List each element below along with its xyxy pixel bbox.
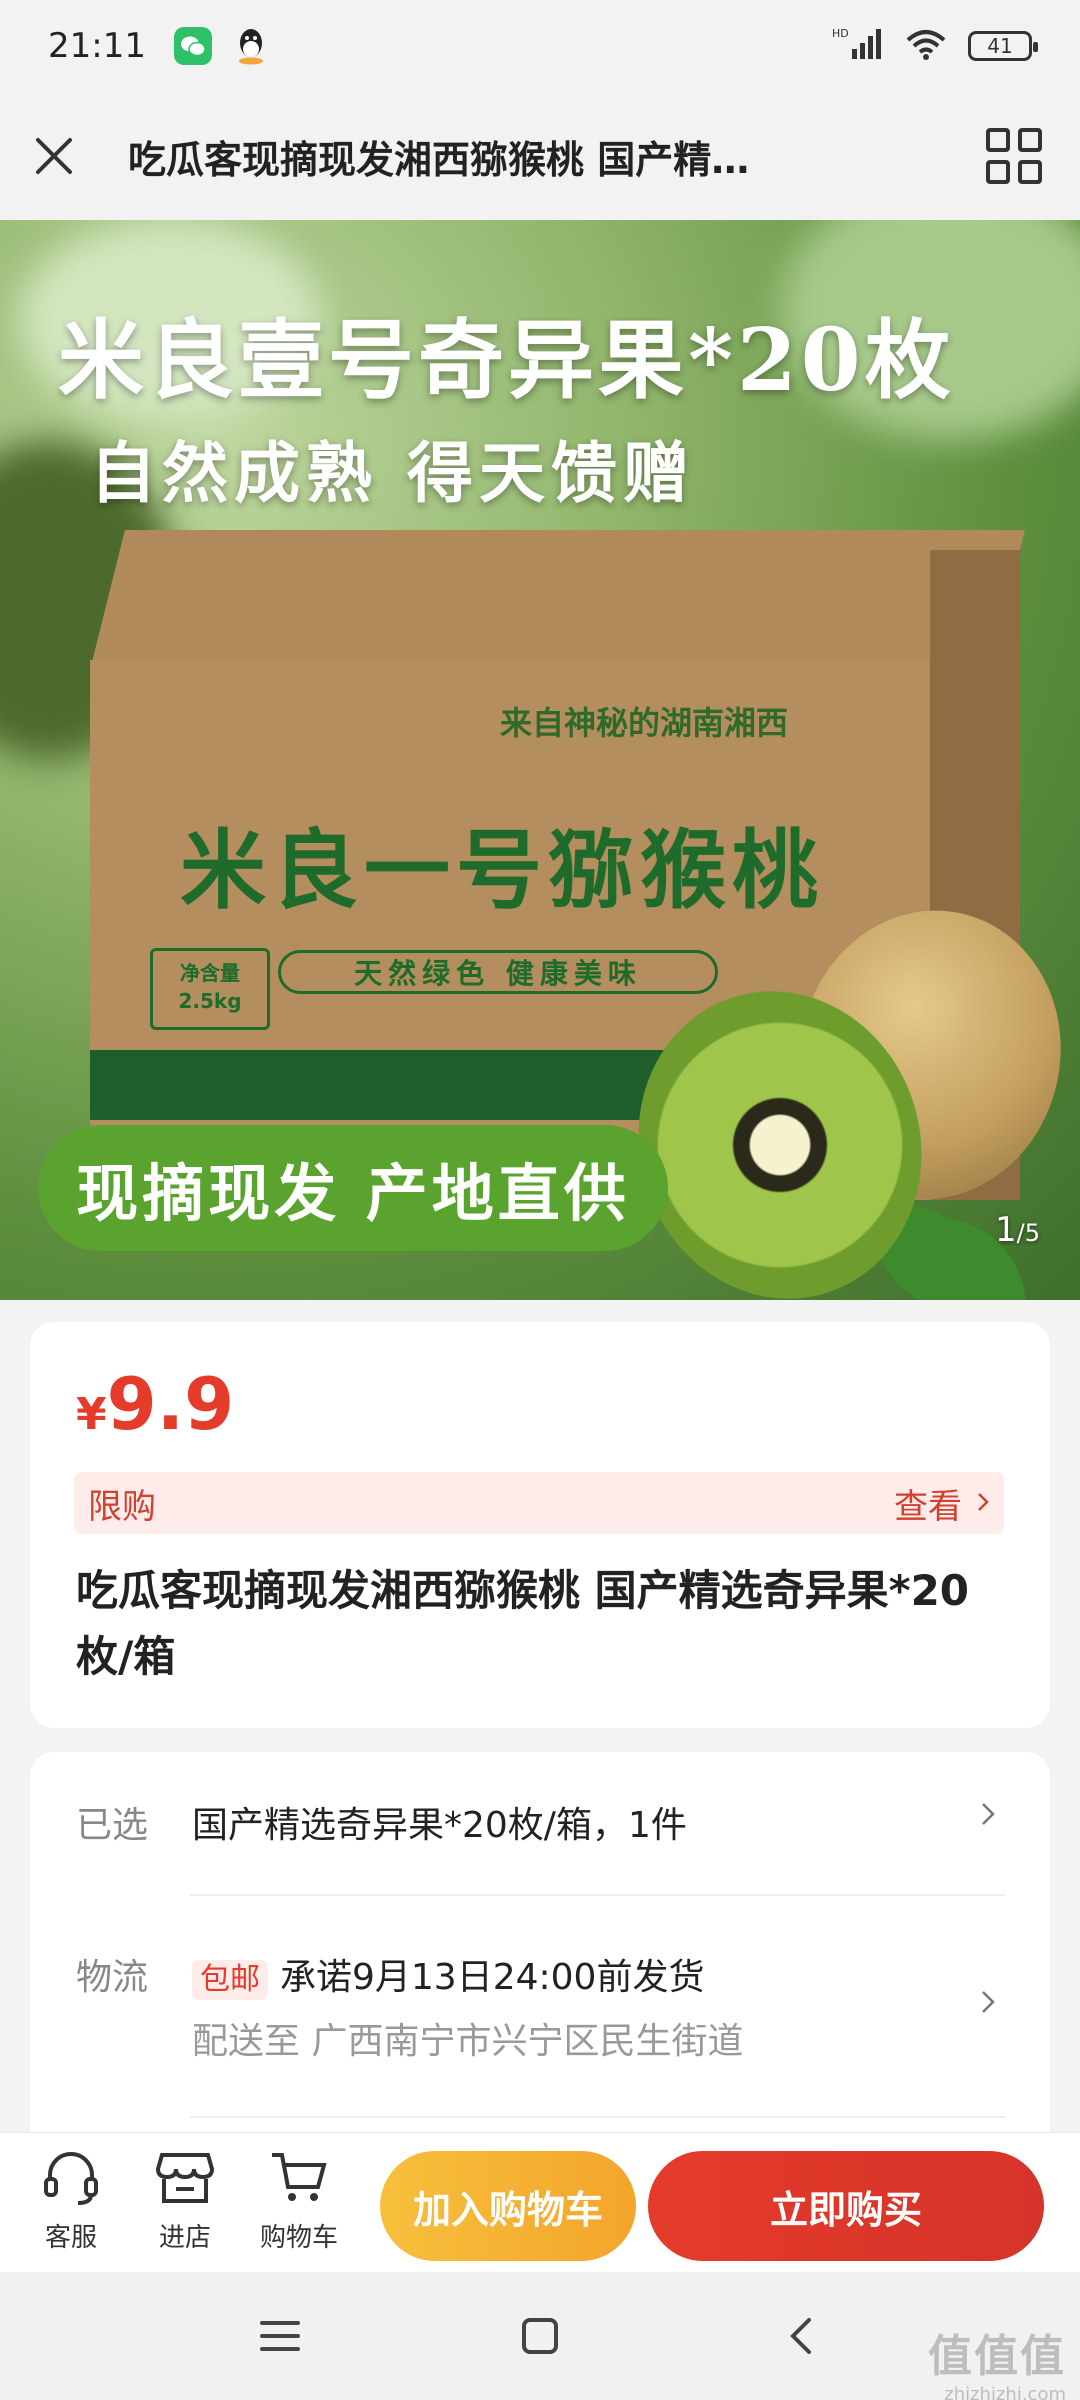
cart-button[interactable]: 购物车 bbox=[242, 2133, 356, 2273]
purchase-limit-bar[interactable]: 限购 查看 bbox=[74, 1472, 1004, 1534]
close-icon[interactable] bbox=[30, 132, 78, 180]
status-bar: 21:11 HD 41 bbox=[0, 0, 1080, 92]
store-icon bbox=[155, 2151, 215, 2209]
system-nav-bar bbox=[0, 2272, 1080, 2400]
price-card: ¥9.9 限购 查看 吃瓜客现摘现发湘西猕猴桃 国产精选奇异果*20枚/箱 bbox=[30, 1322, 1050, 1728]
bottom-action-bar: 客服 进店 购物车 加入购物车 立即购买 bbox=[0, 2132, 1080, 2272]
selected-spec-row[interactable]: 已选 国产精选奇异果*20枚/箱，1件 bbox=[76, 1796, 1036, 1886]
customer-service-label: 客服 bbox=[44, 2223, 97, 2253]
product-title: 吃瓜客现摘现发湘西猕猴桃 国产精选奇异果*20枚/箱 bbox=[76, 1566, 970, 1681]
menu-icon[interactable] bbox=[250, 2306, 310, 2366]
hero-headline: 米良壹号奇异果*20枚 bbox=[58, 310, 955, 411]
buy-now-button[interactable]: 立即购买 bbox=[648, 2151, 1044, 2261]
status-time: 21:11 bbox=[48, 26, 146, 66]
page-header: 吃瓜客现摘现发湘西猕猴桃 国产精… bbox=[0, 92, 1080, 220]
divider bbox=[190, 1894, 1006, 1896]
price: ¥9.9 bbox=[76, 1362, 234, 1446]
back-icon[interactable] bbox=[770, 2306, 830, 2366]
shipping-row[interactable]: 物流 包邮 承诺9月13日24:00前发货 配送至 广西南宁市兴宁区民生街道 bbox=[76, 1948, 1036, 2078]
box-weight-value: 2.5kg bbox=[178, 989, 242, 1013]
qq-icon bbox=[232, 27, 270, 65]
add-to-cart-button[interactable]: 加入购物车 bbox=[380, 2151, 636, 2261]
chevron-right-icon bbox=[976, 1483, 990, 1523]
box-weight-title: 净含量 bbox=[180, 961, 240, 985]
shipping-promise-line: 包邮 承诺9月13日24:00前发货 bbox=[192, 1948, 704, 2000]
battery-icon: 41 bbox=[968, 31, 1038, 61]
free-shipping-badge: 包邮 bbox=[192, 1960, 268, 2000]
box-origin-text: 来自神秘的湖南湘西 bbox=[500, 704, 789, 742]
price-value: 9.9 bbox=[106, 1362, 235, 1446]
selected-value: 国产精选奇异果*20枚/箱，1件 bbox=[192, 1805, 687, 1846]
purchase-limit-view[interactable]: 查看 bbox=[894, 1479, 990, 1528]
headset-icon bbox=[42, 2151, 100, 2209]
delivery-address: 配送至 广西南宁市兴宁区民生街道 bbox=[192, 2021, 744, 2062]
store-label: 进店 bbox=[158, 2223, 211, 2253]
image-counter: 1/5 bbox=[995, 1210, 1040, 1250]
box-weight-label: 净含量 2.5kg bbox=[150, 948, 270, 1030]
watermark-logo: 值值值 bbox=[928, 2331, 1066, 2382]
box-top-panel bbox=[90, 530, 1025, 670]
page-title: 吃瓜客现摘现发湘西猕猴桃 国产精… bbox=[128, 137, 750, 182]
chevron-right-icon bbox=[980, 1796, 996, 1837]
image-counter-total: /5 bbox=[1016, 1219, 1040, 1247]
shipping-label: 物流 bbox=[76, 1957, 149, 1998]
product-image-carousel[interactable]: 米良壹号奇异果*20枚 自然成熟 得天馈赠 来自神秘的湖南湘西 米良一号猕猴桃 … bbox=[0, 220, 1080, 1300]
cart-label: 购物车 bbox=[259, 2223, 338, 2253]
shipping-promise: 承诺9月13日24:00前发货 bbox=[280, 1957, 705, 1998]
options-card: 已选 国产精选奇异果*20枚/箱，1件 物流 包邮 承诺9月13日24:00前发货… bbox=[30, 1752, 1050, 2152]
purchase-limit-view-label: 查看 bbox=[894, 1486, 962, 1527]
purchase-limit-label: 限购 bbox=[88, 1486, 156, 1527]
store-button[interactable]: 进店 bbox=[128, 2133, 242, 2273]
battery-level: 41 bbox=[987, 34, 1013, 58]
wifi-icon bbox=[906, 28, 946, 64]
price-currency: ¥ bbox=[76, 1389, 107, 1440]
wechat-icon bbox=[173, 27, 212, 65]
selected-label: 已选 bbox=[76, 1805, 149, 1846]
hero-tag: 现摘现发 产地直供 bbox=[38, 1125, 668, 1251]
box-brand-text: 米良一号猕猴桃 bbox=[180, 821, 824, 921]
divider bbox=[190, 2116, 1006, 2118]
signal-icon: HD bbox=[832, 27, 884, 65]
customer-service-button[interactable]: 客服 bbox=[14, 2133, 128, 2273]
image-counter-current: 1 bbox=[995, 1210, 1017, 1250]
box-slogan: 天然绿色 健康美味 bbox=[278, 950, 718, 994]
site-watermark: 值值值 zhizhizhi.com bbox=[928, 2320, 1066, 2400]
hero-subline: 自然成熟 得天馈赠 bbox=[90, 434, 695, 512]
chevron-right-icon bbox=[980, 1984, 996, 2025]
watermark-url: zhizhizhi.com bbox=[944, 2384, 1066, 2400]
menu-grid-icon[interactable] bbox=[986, 128, 1042, 184]
cart-icon bbox=[270, 2151, 328, 2209]
svg-text:HD: HD bbox=[832, 27, 849, 40]
home-icon[interactable] bbox=[510, 2306, 570, 2366]
